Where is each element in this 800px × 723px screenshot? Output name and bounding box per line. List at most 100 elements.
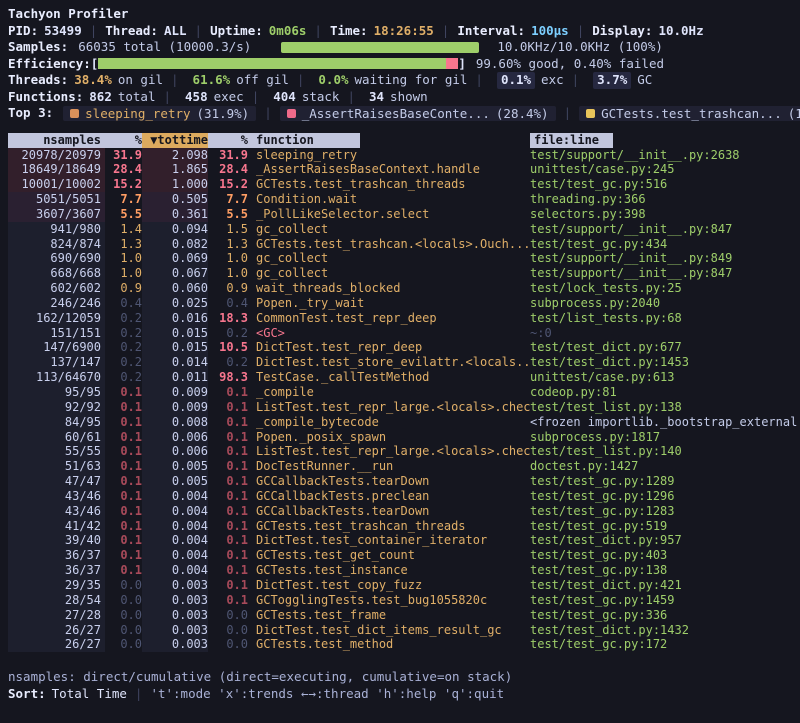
table-row[interactable]: 137/1470.20.0140.2DictTest.test_store_ev… — [8, 355, 800, 370]
header-nsamples[interactable]: nsamples — [8, 133, 105, 148]
top3-label: Top 3: — [8, 105, 53, 122]
table-row[interactable]: 18649/1864928.41.86528.4_AssertRaisesBas… — [8, 162, 800, 177]
header-tottime-sorted[interactable]: ▼tottime — [142, 133, 208, 148]
exc-label: exc — [541, 72, 564, 89]
table-row[interactable]: 28/540.00.0030.1GCTogglingTests.test_bug… — [8, 593, 800, 608]
cell-file-line: test/test_list.py:140 — [530, 444, 800, 459]
cell-direct-pct: 0.1 — [105, 548, 142, 563]
table-row[interactable]: 43/460.10.0040.1GCCallbackTests.tearDown… — [8, 504, 800, 519]
table-row[interactable]: 26/270.00.0030.0DictTest.test_dict_items… — [8, 623, 800, 638]
cell-cumulative-pct: 0.1 — [208, 474, 248, 489]
cell-nsamples: 84/95 — [8, 415, 105, 430]
cell-function: DictTest.test_store_evilattr.<locals... — [248, 355, 530, 370]
cell-direct-pct: 0.1 — [105, 385, 142, 400]
interval-label: Interval: — [457, 23, 525, 40]
table-row[interactable]: 668/6681.00.0671.0gc_collecttest/support… — [8, 266, 800, 281]
table-row[interactable]: 95/950.10.0090.1_compilecodeop.py:81 — [8, 385, 800, 400]
table-row[interactable]: 92/920.10.0090.1ListTest.test_repr_large… — [8, 400, 800, 415]
table-row[interactable]: 55/550.10.0060.1ListTest.test_repr_large… — [8, 444, 800, 459]
header-direct-pct[interactable]: % — [105, 133, 142, 148]
table-row[interactable]: 43/460.10.0040.1GCCallbackTests.preclean… — [8, 489, 800, 504]
table-row[interactable]: 602/6020.90.0600.9wait_threads_blockedte… — [8, 281, 800, 296]
cell-function: <GC> — [248, 326, 530, 341]
table-row[interactable]: 690/6901.00.0691.0gc_collecttest/support… — [8, 251, 800, 266]
cell-function: CommonTest.test_repr_deep — [248, 311, 530, 326]
table-row[interactable]: 147/69000.20.01510.5DictTest.test_repr_d… — [8, 340, 800, 355]
table-row[interactable]: 824/8741.30.0821.3GCTests.test_trashcan.… — [8, 237, 800, 252]
cell-tottime: 0.016 — [142, 311, 208, 326]
interval-value: 100μs — [531, 23, 569, 40]
time-label: Time: — [330, 23, 368, 40]
cell-direct-pct: 7.7 — [105, 192, 142, 207]
table-row[interactable]: 151/1510.20.0150.2<GC>~:0 — [8, 326, 800, 341]
cell-cumulative-pct: 0.4 — [208, 296, 248, 311]
table-row[interactable]: 36/370.10.0040.1GCTests.test_instancetes… — [8, 563, 800, 578]
cell-cumulative-pct: 1.5 — [208, 222, 248, 237]
cell-tottime: 0.005 — [142, 459, 208, 474]
header-function[interactable]: function — [248, 133, 360, 148]
cell-tottime: 0.025 — [142, 296, 208, 311]
cell-cumulative-pct: 0.1 — [208, 578, 248, 593]
top3-function-name: GCTests.test_trashcan... — [601, 106, 782, 121]
cell-direct-pct: 0.1 — [105, 400, 142, 415]
samples-line: Samples: 66035 total (10000.3/s) 10.0KHz… — [8, 39, 800, 56]
table-row[interactable]: 41/420.10.0040.1GCTests.test_trashcan_th… — [8, 519, 800, 534]
table-row[interactable]: 27/280.00.0030.0GCTests.test_frametest/t… — [8, 608, 800, 623]
cell-nsamples: 36/37 — [8, 563, 105, 578]
header-file-line[interactable]: file:line — [530, 133, 613, 148]
cell-cumulative-pct: 0.0 — [208, 637, 248, 652]
cell-file-line: test/test_dict.py:1453 — [530, 355, 800, 370]
table-row[interactable]: 10001/1000215.21.00015.2GCTests.test_tra… — [8, 177, 800, 192]
top3-function-pct: (15.2%) — [788, 106, 800, 121]
table-header: nsamples % ▼tottime % function file:line — [8, 133, 800, 148]
table-row[interactable]: 113/646700.20.01198.3TestCase._callTestM… — [8, 370, 800, 385]
thread-value[interactable]: ALL — [164, 23, 187, 40]
table-row[interactable]: 26/270.00.0030.0GCTests.test_methodtest/… — [8, 637, 800, 652]
top3-line: Top 3: sleeping_retry(31.9%)|_AssertRais… — [8, 105, 800, 122]
cell-file-line: codeop.py:81 — [530, 385, 800, 400]
table-row[interactable]: 941/9801.40.0941.5gc_collecttest/support… — [8, 222, 800, 237]
table-row[interactable]: 3607/36075.50.3615.5_PollLikeSelector.se… — [8, 207, 800, 222]
table-row[interactable]: 84/950.10.0080.1_compile_bytecode<frozen… — [8, 415, 800, 430]
footer-keybinds: Sort: Total Time | 't':mode 'x':trends ←… — [8, 685, 800, 702]
table-row[interactable]: 60/610.10.0060.1Popen._posix_spawnsubpro… — [8, 430, 800, 445]
header-cumulative-pct[interactable]: % — [208, 133, 248, 148]
cell-direct-pct: 1.3 — [105, 237, 142, 252]
table-row[interactable]: 5051/50517.70.5057.7Condition.waitthread… — [8, 192, 800, 207]
cell-function: DictTest.test_dict_items_result_gc — [248, 623, 530, 638]
cell-direct-pct: 0.9 — [105, 281, 142, 296]
cell-function: gc_collect — [248, 222, 530, 237]
table-row[interactable]: 246/2460.40.0250.4Popen._try_waitsubproc… — [8, 296, 800, 311]
table-row[interactable]: 47/470.10.0050.1GCCallbackTests.tearDown… — [8, 474, 800, 489]
cell-tottime: 0.069 — [142, 251, 208, 266]
divider: | — [264, 105, 272, 122]
table-row[interactable]: 162/120590.20.01618.3CommonTest.test_rep… — [8, 311, 800, 326]
cell-file-line: subprocess.py:2040 — [530, 296, 800, 311]
cell-nsamples: 147/6900 — [8, 340, 105, 355]
cell-file-line: unittest/case.py:245 — [530, 162, 800, 177]
cell-function: GCCallbackTests.tearDown — [248, 504, 530, 519]
cell-direct-pct: 1.0 — [105, 266, 142, 281]
cell-nsamples: 29/35 — [8, 578, 105, 593]
samples-summary: 66035 total (10000.3/s) — [78, 39, 251, 56]
cell-cumulative-pct: 5.5 — [208, 207, 248, 222]
cell-function: sleeping_retry — [248, 148, 530, 163]
cell-function: GCTests.test_trashcan.<locals>.Ouch.... — [248, 237, 530, 252]
functions-shown: 34 — [369, 89, 384, 106]
table-row[interactable]: 51/630.10.0050.1DocTestRunner.__rundocte… — [8, 459, 800, 474]
cell-direct-pct: 0.1 — [105, 504, 142, 519]
functions-stack-label: stack — [302, 89, 340, 106]
cell-cumulative-pct: 0.1 — [208, 400, 248, 415]
table-row[interactable]: 36/370.10.0040.1GCTests.test_get_countte… — [8, 548, 800, 563]
table-row[interactable]: 20978/2097931.92.09831.9sleeping_retryte… — [8, 148, 800, 163]
gc-label: GC — [637, 72, 652, 89]
cell-tottime: 0.094 — [142, 222, 208, 237]
app-title: Tachyon Profiler — [8, 6, 800, 23]
table-row[interactable]: 29/350.00.0030.1DictTest.test_copy_fuzzt… — [8, 578, 800, 593]
cell-tottime: 0.004 — [142, 563, 208, 578]
cell-direct-pct: 0.0 — [105, 623, 142, 638]
cell-function: wait_threads_blocked — [248, 281, 530, 296]
cell-file-line: test/test_gc.py:1283 — [530, 504, 800, 519]
table-row[interactable]: 39/400.10.0040.1DictTest.test_container_… — [8, 533, 800, 548]
top3-entry: _AssertRaisesBaseConte...(28.4%) — [280, 106, 556, 121]
